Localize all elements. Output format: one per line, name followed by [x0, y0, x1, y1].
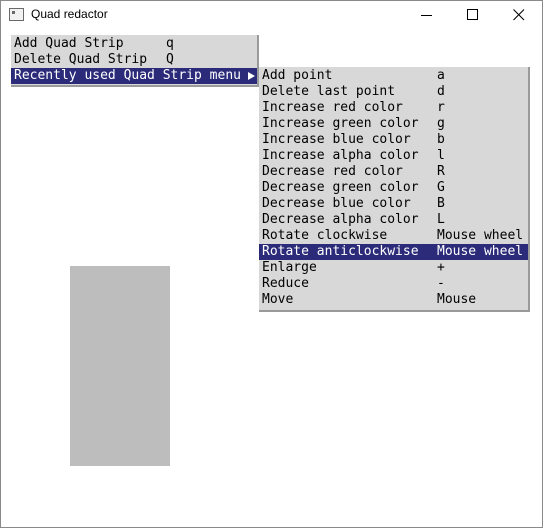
menu-item-label: Increase green color	[262, 116, 419, 131]
menu-item-label: Add Quad Strip	[14, 36, 124, 51]
menu-item-decrease-alpha[interactable]: Decrease alpha color L	[259, 212, 528, 228]
title-bar[interactable]: Quad redactor	[1, 1, 542, 29]
window-title: Quad redactor	[31, 7, 108, 21]
menu-item-delete-last-point[interactable]: Delete last point d	[259, 84, 528, 100]
menu-item-increase-blue[interactable]: Increase blue color b	[259, 132, 528, 148]
menu-item-label: Recently used Quad Strip menu	[14, 68, 241, 83]
quad-strip-shape[interactable]	[70, 266, 170, 466]
menu-item-enlarge[interactable]: Enlarge +	[259, 260, 528, 276]
menu-item-shortcut: Q	[166, 52, 174, 67]
menu-item-shortcut: -	[437, 276, 445, 291]
menu-item-label: Decrease red color	[262, 164, 403, 179]
menu-item-shortcut: g	[437, 116, 445, 131]
menu-item-shortcut: G	[437, 180, 445, 195]
app-window: Quad redactor Add Quad Strip q Delete Qu…	[0, 0, 543, 528]
menu-item-shortcut: a	[437, 68, 445, 83]
menu-item-label: Increase red color	[262, 100, 403, 115]
maximize-icon	[467, 9, 478, 20]
menu-item-shortcut: l	[437, 148, 445, 163]
menu-item-label: Decrease blue color	[262, 196, 411, 211]
menu-item-shortcut: Mouse	[437, 292, 477, 307]
menu-item-rotate-clockwise[interactable]: Rotate clockwise Mouse wheel	[259, 228, 528, 244]
menu-item-shortcut: +	[437, 260, 445, 275]
minimize-icon	[421, 15, 432, 16]
menu-item-shortcut: R	[437, 164, 445, 179]
menu-item-add-point[interactable]: Add point a	[259, 68, 528, 84]
menu-item-label: Increase alpha color	[262, 148, 419, 163]
menu-item-label: Enlarge	[262, 260, 317, 275]
app-window-icon	[9, 8, 24, 21]
menu-item-reduce[interactable]: Reduce -	[259, 276, 528, 292]
menu-item-label: Reduce	[262, 276, 309, 291]
menu-item-decrease-green[interactable]: Decrease green color G	[259, 180, 528, 196]
context-menu: Add Quad Strip q Delete Quad Strip Q Rec…	[11, 35, 259, 87]
menu-item-label: Add point	[262, 68, 333, 83]
menu-item-label: Rotate anticlockwise	[262, 244, 419, 259]
menu-item-label: Decrease alpha color	[262, 212, 419, 227]
menu-item-delete-quad-strip[interactable]: Delete Quad Strip Q	[11, 52, 257, 68]
menu-item-label: Move	[262, 292, 294, 307]
menu-item-recently-used-submenu[interactable]: Recently used Quad Strip menu	[11, 68, 257, 84]
submenu: Add point a Delete last point d Increase…	[259, 67, 530, 312]
menu-item-add-quad-strip[interactable]: Add Quad Strip q	[11, 36, 257, 52]
menu-item-shortcut: Mouse wheel	[437, 244, 524, 259]
menu-item-shortcut: q	[166, 36, 174, 51]
menu-item-label: Increase blue color	[262, 132, 411, 147]
menu-item-shortcut: d	[437, 84, 445, 99]
maximize-button[interactable]	[450, 1, 496, 29]
menu-item-move[interactable]: Move Mouse	[259, 292, 528, 308]
menu-item-shortcut: Mouse wheel	[437, 228, 524, 243]
menu-item-label: Delete Quad Strip	[14, 52, 148, 67]
menu-item-shortcut: L	[437, 212, 445, 227]
menu-item-decrease-blue[interactable]: Decrease blue color B	[259, 196, 528, 212]
menu-item-decrease-red[interactable]: Decrease red color R	[259, 164, 528, 180]
menu-item-increase-red[interactable]: Increase red color r	[259, 100, 528, 116]
menu-item-shortcut: b	[437, 132, 445, 147]
close-icon	[513, 9, 525, 21]
menu-item-rotate-anticlockwise[interactable]: Rotate anticlockwise Mouse wheel	[259, 244, 528, 260]
submenu-arrow-icon	[248, 72, 255, 80]
minimize-button[interactable]	[404, 1, 450, 29]
menu-item-increase-green[interactable]: Increase green color g	[259, 116, 528, 132]
menu-item-label: Decrease green color	[262, 180, 419, 195]
menu-item-shortcut: B	[437, 196, 445, 211]
menu-item-increase-alpha[interactable]: Increase alpha color l	[259, 148, 528, 164]
menu-item-shortcut: r	[437, 100, 445, 115]
close-button[interactable]	[496, 1, 542, 29]
menu-item-label: Delete last point	[262, 84, 396, 99]
menu-item-label: Rotate clockwise	[262, 228, 388, 243]
